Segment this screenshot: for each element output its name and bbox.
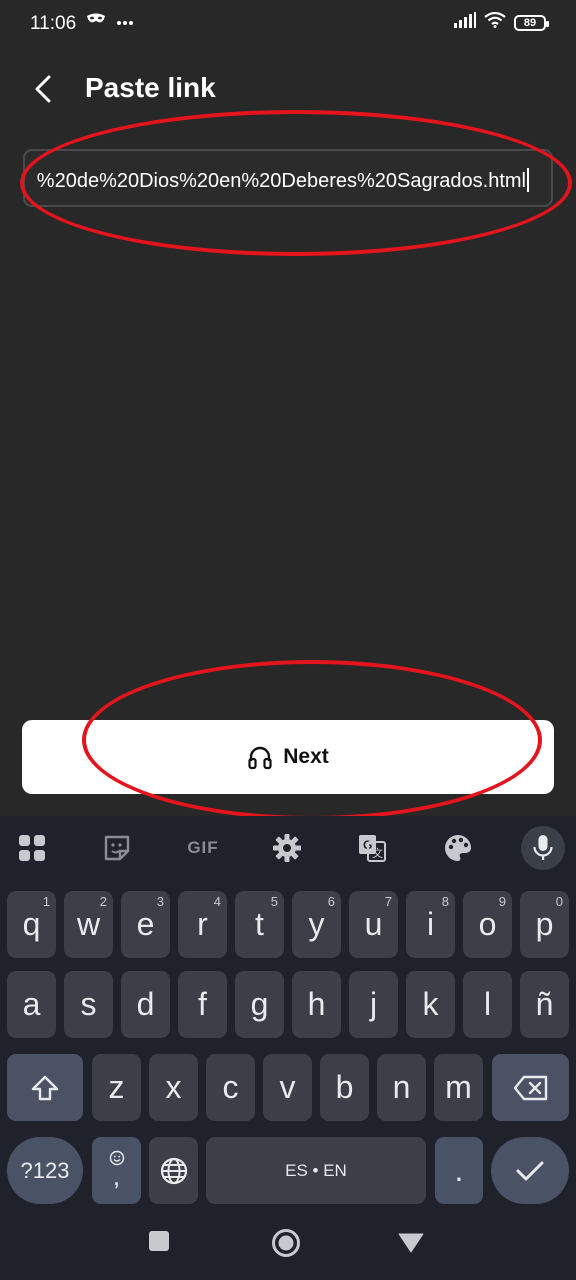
wifi-icon	[484, 11, 506, 33]
svg-text:文: 文	[372, 846, 383, 860]
enter-key[interactable]	[491, 1137, 569, 1204]
mask-icon	[86, 12, 106, 31]
shift-icon	[31, 1075, 59, 1100]
keyboard-toolbar: GIF G文	[0, 816, 576, 878]
key-y[interactable]: y6	[292, 891, 341, 958]
gif-icon[interactable]: GIF	[180, 826, 226, 870]
microphone-icon[interactable]	[521, 826, 565, 870]
status-time: 11:06	[30, 13, 77, 34]
key-j[interactable]: j	[349, 971, 398, 1038]
link-input[interactable]: %20de%20Dios%20en%20Deberes%20Sagrados.h…	[23, 149, 553, 207]
key-w[interactable]: w2	[64, 891, 113, 958]
key-k[interactable]: k	[406, 971, 455, 1038]
comma-emoji-key[interactable]: ,	[92, 1137, 141, 1204]
more-dots-icon	[116, 13, 134, 31]
home-circle-icon[interactable]	[271, 1228, 301, 1258]
battery-icon: 89	[514, 14, 549, 31]
apps-grid-icon[interactable]	[10, 826, 54, 870]
palette-icon[interactable]	[436, 826, 480, 870]
key-g[interactable]: g	[235, 971, 284, 1038]
settings-gear-icon[interactable]	[265, 826, 309, 870]
sticker-icon[interactable]	[95, 826, 139, 870]
period-key[interactable]: .	[435, 1137, 483, 1204]
key-u[interactable]: u7	[349, 891, 398, 958]
key-m[interactable]: m	[434, 1054, 483, 1121]
key-f[interactable]: f	[178, 971, 227, 1038]
chevron-left-icon	[35, 75, 51, 103]
key-e[interactable]: e3	[121, 891, 170, 958]
headphones-icon	[248, 746, 272, 770]
back-button[interactable]	[26, 72, 60, 106]
key-n-tilde[interactable]: ñ	[520, 971, 569, 1038]
key-c[interactable]: c	[206, 1054, 255, 1121]
page-title: Paste link	[85, 72, 216, 103]
next-button-label: Next	[283, 745, 329, 768]
link-input-value: %20de%20Dios%20en%20Deberes%20Sagrados.h…	[36, 170, 526, 192]
key-a[interactable]: a	[7, 971, 56, 1038]
symbols-key[interactable]: ?123	[7, 1137, 83, 1204]
key-b[interactable]: b	[320, 1054, 369, 1121]
key-n[interactable]: n	[377, 1054, 426, 1121]
key-t[interactable]: t5	[235, 891, 284, 958]
key-s[interactable]: s	[64, 971, 113, 1038]
language-switch-key[interactable]	[149, 1137, 198, 1204]
recents-square-icon[interactable]	[148, 1230, 170, 1252]
checkmark-icon	[516, 1161, 544, 1180]
key-p[interactable]: p0	[520, 891, 569, 958]
keyboard: GIF G文 q1 w2 e3 r4 t5 y6 u7 i8 o9 p0 a s…	[0, 816, 576, 1204]
key-v[interactable]: v	[263, 1054, 312, 1121]
key-i[interactable]: i8	[406, 891, 455, 958]
key-q[interactable]: q1	[7, 891, 56, 958]
backspace-key[interactable]	[492, 1054, 569, 1121]
key-l[interactable]: l	[463, 971, 512, 1038]
status-bar: 11:06 89	[0, 0, 576, 50]
key-d[interactable]: d	[121, 971, 170, 1038]
key-h[interactable]: h	[292, 971, 341, 1038]
translate-icon[interactable]: G文	[350, 826, 394, 870]
key-x[interactable]: x	[149, 1054, 198, 1121]
globe-icon	[160, 1157, 187, 1184]
signal-icon	[454, 12, 476, 33]
key-z[interactable]: z	[92, 1054, 141, 1121]
space-key[interactable]: ES • EN	[206, 1137, 426, 1204]
text-caret	[527, 168, 529, 192]
back-triangle-icon[interactable]	[398, 1233, 424, 1253]
shift-key[interactable]	[7, 1054, 83, 1121]
next-button[interactable]: Next	[22, 720, 554, 794]
app-header: Paste link	[0, 60, 576, 120]
navigation-bar	[0, 1204, 576, 1280]
key-o[interactable]: o9	[463, 891, 512, 958]
key-r[interactable]: r4	[178, 891, 227, 958]
backspace-icon	[513, 1075, 547, 1100]
